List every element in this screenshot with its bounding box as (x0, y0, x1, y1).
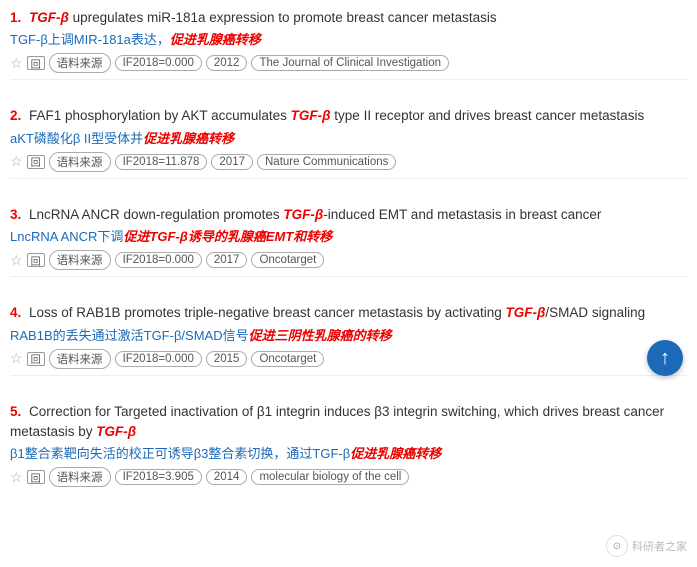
year-tag: 2014 (206, 469, 248, 485)
item-number: 1. (10, 10, 25, 25)
favorite-star-icon[interactable]: ☆ (10, 469, 23, 486)
chinese-title[interactable]: LncRNA ANCR下调促进TGF-β诱导的乳腺癌EMT和转移 (10, 228, 687, 246)
chinese-title[interactable]: aKT磷酸化β II型受体并促进乳腺癌转移 (10, 130, 687, 148)
scroll-up-icon: ↑ (660, 347, 670, 370)
year-tag: 2017 (206, 252, 248, 268)
favorite-star-icon[interactable]: ☆ (10, 153, 23, 170)
chinese-italic-term: 促进乳腺癌转移 (143, 131, 234, 146)
favorite-star-icon[interactable]: ☆ (10, 55, 23, 72)
title-italic-term: TGF-β (291, 108, 331, 123)
result-item: 4. Loss of RAB1B promotes triple-negativ… (10, 303, 687, 387)
if-tag: IF2018=3.905 (115, 469, 202, 485)
year-tag: 2017 (211, 154, 253, 170)
meta-line: ☆ 回语料来源IF2018=3.9052014molecular biology … (10, 467, 687, 487)
chinese-text-before: LncRNA ANCR下调 (10, 229, 123, 244)
title-text-before: FAF1 phosphorylation by AKT accumulates (29, 108, 291, 123)
journal-tag[interactable]: molecular biology of the cell (251, 469, 409, 485)
cite-icon[interactable]: 回 (27, 155, 45, 169)
cite-icon[interactable]: 回 (27, 253, 45, 267)
item-number: 4. (10, 305, 25, 320)
chinese-text-before: β1整合素靶向失活的校正可诱导β3整合素切换，通过TGF-β (10, 446, 350, 461)
chinese-italic-term: 促进乳腺癌转移 (170, 32, 261, 47)
chinese-italic-term: 促进乳腺癌转移 (350, 446, 441, 461)
source-tag[interactable]: 语料来源 (49, 250, 111, 270)
watermark-icon: ⊙ (606, 535, 628, 557)
item-number: 2. (10, 108, 25, 123)
journal-tag[interactable]: Nature Communications (257, 154, 396, 170)
cite-icon[interactable]: 回 (27, 470, 45, 484)
title-text-after: /SMAD signaling (545, 305, 645, 320)
title-line: 5. Correction for Targeted inactivation … (10, 402, 687, 443)
source-tag[interactable]: 语料来源 (49, 53, 111, 73)
scroll-up-button[interactable]: ↑ (647, 340, 683, 376)
journal-tag[interactable]: The Journal of Clinical Investigation (251, 55, 449, 71)
title-italic-term: TGF-β (283, 207, 323, 222)
result-item: 5. Correction for Targeted inactivation … (10, 402, 687, 494)
result-item: 3. LncRNA ANCR down-regulation promotes … (10, 205, 687, 289)
title-text-before: LncRNA ANCR down-regulation promotes (29, 207, 283, 222)
source-tag[interactable]: 语料来源 (49, 467, 111, 487)
title-line: 4. Loss of RAB1B promotes triple-negativ… (10, 303, 687, 323)
title-line: 2. FAF1 phosphorylation by AKT accumulat… (10, 106, 687, 126)
meta-line: ☆ 回语料来源IF2018=11.8782017Nature Communicat… (10, 152, 687, 172)
title-text-after: type II receptor and drives breast cance… (331, 108, 645, 123)
chinese-text-before: RAB1B的丢失通过激活TGF-β/SMAD信号 (10, 328, 249, 343)
cite-icon[interactable]: 回 (27, 352, 45, 366)
meta-line: ☆ 回语料来源IF2018=0.0002012The Journal of Cli… (10, 53, 687, 73)
source-tag[interactable]: 语料来源 (49, 349, 111, 369)
meta-line: ☆ 回语料来源IF2018=0.0002015Oncotarget (10, 349, 687, 369)
title-text-before: Loss of RAB1B promotes triple-negative b… (29, 305, 505, 320)
result-item: 1. TGF-β upregulates miR-181a expression… (10, 8, 687, 92)
journal-tag[interactable]: Oncotarget (251, 252, 324, 268)
chinese-title[interactable]: RAB1B的丢失通过激活TGF-β/SMAD信号促进三阴性乳腺癌的转移 (10, 327, 687, 345)
title-text-after: -induced EMT and metastasis in breast ca… (323, 207, 601, 222)
journal-tag[interactable]: Oncotarget (251, 351, 324, 367)
chinese-title[interactable]: TGF-β上调MIR-181a表达，促进乳腺癌转移 (10, 31, 687, 49)
chinese-italic-term: 促进三阴性乳腺癌的转移 (249, 328, 392, 343)
chinese-text-before: TGF-β上调MIR-181a表达， (10, 32, 170, 47)
item-number: 5. (10, 404, 25, 419)
title-line: 3. LncRNA ANCR down-regulation promotes … (10, 205, 687, 225)
cite-icon[interactable]: 回 (27, 56, 45, 70)
title-italic-term: TGF-β (29, 10, 69, 25)
chinese-text-before: aKT磷酸化β II型受体并 (10, 131, 143, 146)
favorite-star-icon[interactable]: ☆ (10, 252, 23, 269)
result-item: 2. FAF1 phosphorylation by AKT accumulat… (10, 106, 687, 190)
title-text-after: upregulates miR-181a expression to promo… (69, 10, 497, 25)
watermark-text: 科研者之家 (632, 538, 687, 554)
title-line: 1. TGF-β upregulates miR-181a expression… (10, 8, 687, 28)
chinese-italic-term: 促进TGF-β诱导的乳腺癌EMT和转移 (123, 229, 332, 244)
if-tag: IF2018=11.878 (115, 154, 208, 170)
if-tag: IF2018=0.000 (115, 351, 202, 367)
if-tag: IF2018=0.000 (115, 252, 202, 268)
source-tag[interactable]: 语料来源 (49, 152, 111, 172)
favorite-star-icon[interactable]: ☆ (10, 350, 23, 367)
chinese-title[interactable]: β1整合素靶向失活的校正可诱导β3整合素切换，通过TGF-β促进乳腺癌转移 (10, 445, 687, 463)
year-tag: 2012 (206, 55, 248, 71)
meta-line: ☆ 回语料来源IF2018=0.0002017Oncotarget (10, 250, 687, 270)
title-italic-term: TGF-β (96, 424, 136, 439)
item-number: 3. (10, 207, 25, 222)
title-italic-term: TGF-β (506, 305, 546, 320)
year-tag: 2015 (206, 351, 248, 367)
watermark: ⊙ 科研者之家 (606, 535, 687, 557)
if-tag: IF2018=0.000 (115, 55, 202, 71)
